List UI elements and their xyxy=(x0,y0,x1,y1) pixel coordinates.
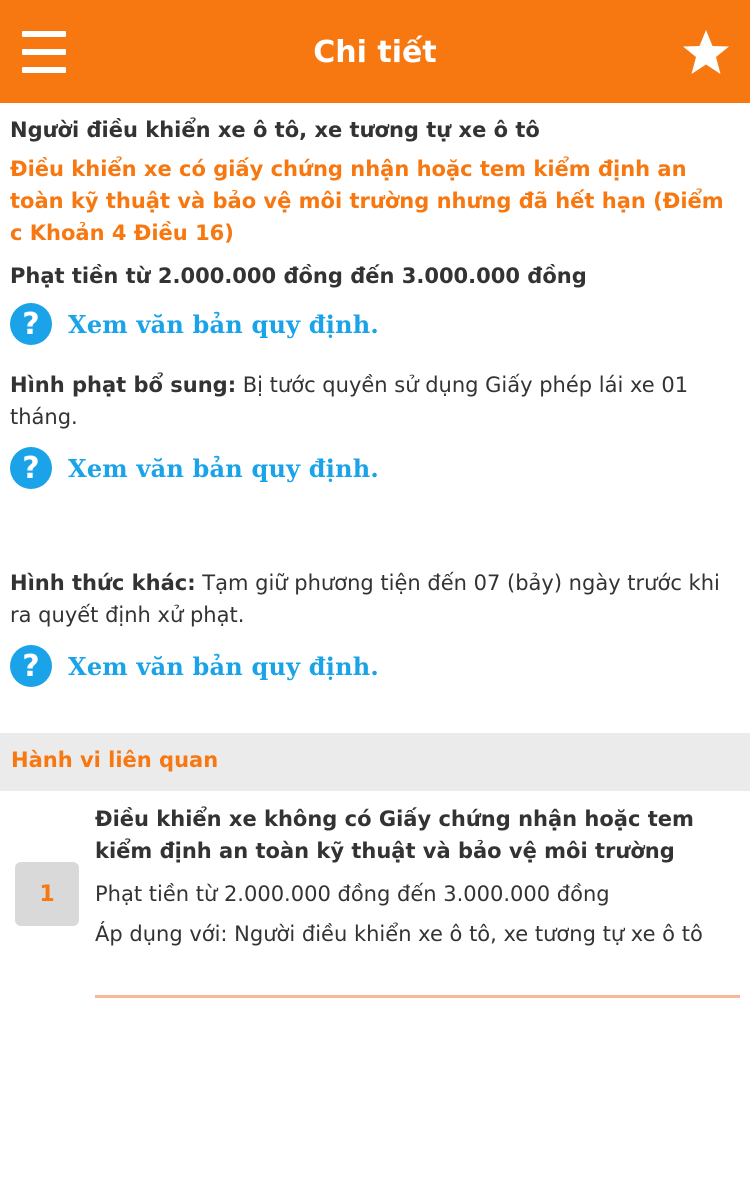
related-item-title: Điều khiển xe không có Giấy chứng nhận h… xyxy=(95,807,694,863)
view-regulation-link[interactable]: ? Xem văn bản quy định. xyxy=(10,445,740,491)
view-regulation-label: Xem văn bản quy định. xyxy=(68,309,379,339)
question-circle-icon: ? xyxy=(10,645,52,687)
question-circle-icon: ? xyxy=(10,303,52,345)
fine-amount: Phạt tiền từ 2.000.000 đồng đến 3.000.00… xyxy=(10,264,587,288)
related-item-body: Điều khiển xe không có Giấy chứng nhận h… xyxy=(95,803,740,949)
other-measures-label: Hình thức khác: xyxy=(10,571,196,595)
view-regulation-label: Xem văn bản quy định. xyxy=(68,651,379,681)
item-divider xyxy=(95,995,740,998)
other-measures: Hình thức khác: Tạm giữ phương tiện đến … xyxy=(10,567,740,631)
star-icon[interactable] xyxy=(680,28,732,78)
view-regulation-label: Xem văn bản quy định. xyxy=(68,453,379,483)
question-circle-icon: ? xyxy=(10,447,52,489)
supplementary-penalty-label: Hình phạt bổ sung: xyxy=(10,373,237,397)
item-index-badge: 1 xyxy=(15,862,79,926)
related-item-fine: Phạt tiền từ 2.000.000 đồng đến 3.000.00… xyxy=(95,882,610,906)
detail-content: Người điều khiển xe ô tô, xe tương tự xe… xyxy=(10,115,740,689)
view-regulation-link[interactable]: ? Xem văn bản quy định. xyxy=(10,301,740,347)
app-bar: Chi tiết xyxy=(0,0,750,103)
related-item-applies-to: Áp dụng với: Người điều khiển xe ô tô, x… xyxy=(95,922,703,946)
page-title: Chi tiết xyxy=(313,35,437,70)
vehicle-subject: Người điều khiển xe ô tô, xe tương tự xe… xyxy=(10,118,540,142)
supplementary-penalty: Hình phạt bổ sung: Bị tước quyền sử dụng… xyxy=(10,369,740,433)
violation-description: Điều khiển xe có giấy chứng nhận hoặc te… xyxy=(10,157,724,245)
related-section-header: Hành vi liên quan xyxy=(0,733,750,791)
view-regulation-link[interactable]: ? Xem văn bản quy định. xyxy=(10,643,740,689)
related-section-title: Hành vi liên quan xyxy=(11,748,219,772)
